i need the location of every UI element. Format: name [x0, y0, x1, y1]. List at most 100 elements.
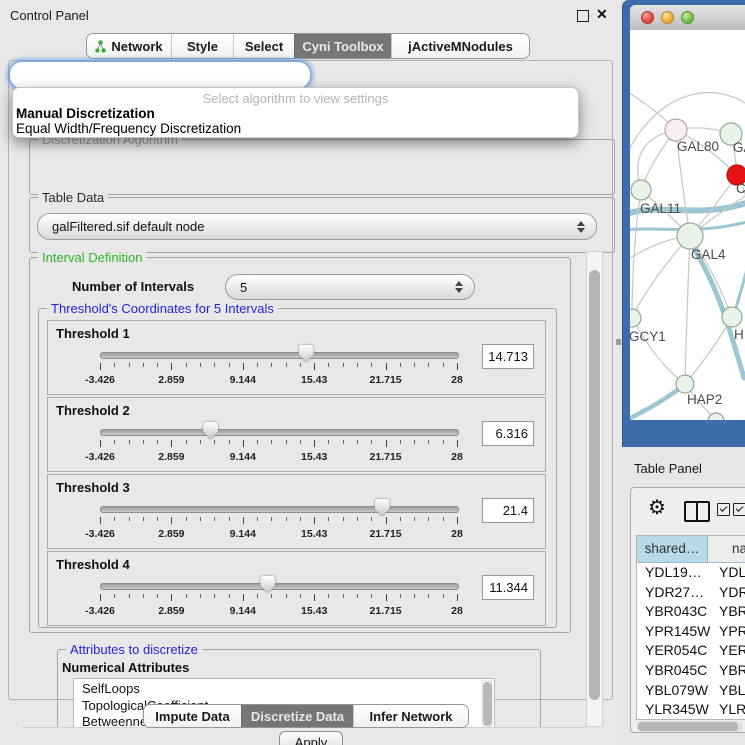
panel-splitter-grip[interactable]	[616, 339, 621, 345]
table-row[interactable]: YBL079WYBL0	[637, 681, 745, 701]
tab-label: Network	[111, 39, 162, 54]
slider-tick	[371, 517, 372, 521]
table-row[interactable]: YBR045CYBR0	[637, 661, 745, 681]
slider-track[interactable]	[100, 352, 459, 359]
number-of-intervals-select[interactable]: 5	[225, 274, 475, 300]
cell-shared-name: YLR345W	[637, 700, 708, 720]
slider-tick	[457, 594, 458, 601]
network-node[interactable]	[676, 375, 694, 393]
slider-tick	[457, 363, 458, 370]
slider-tick	[357, 363, 358, 367]
algorithm-option[interactable]: Manual Discretization	[13, 106, 578, 121]
table-row[interactable]: YDR27…YDR2	[637, 583, 745, 603]
tab-select[interactable]: Select	[233, 34, 294, 58]
slider-thumb[interactable]	[299, 345, 314, 362]
cell-shared-name: YDR27…	[637, 583, 708, 603]
slider-tick	[143, 363, 144, 367]
interval-definition-group: Interval Definition Number of Intervals …	[29, 257, 571, 633]
close-icon[interactable]: ✕	[596, 6, 608, 23]
tab-style[interactable]: Style	[171, 34, 233, 58]
slider-tick-label: -3.426	[85, 605, 115, 617]
attribute-item[interactable]: SelfLoops	[74, 681, 494, 698]
split-columns-icon[interactable]	[684, 501, 710, 522]
slider-tick	[143, 517, 144, 521]
table-row[interactable]: YPR145WYPR1	[637, 622, 745, 642]
slider-tick	[386, 517, 387, 524]
tab-label: Select	[245, 39, 283, 54]
slider-thumb[interactable]	[260, 576, 275, 593]
network-node-label: HAP2	[687, 392, 722, 407]
tab-jactivemnodules[interactable]: jActiveMNodules	[391, 34, 529, 58]
scrollbar-thumb[interactable]	[638, 722, 738, 731]
network-node[interactable]	[631, 180, 651, 200]
slider-tick	[314, 594, 315, 601]
slider-tick	[186, 363, 187, 367]
slider-tick	[314, 517, 315, 524]
tab-network[interactable]: Network	[87, 34, 171, 58]
slider-thumb[interactable]	[375, 499, 390, 516]
tab-impute-data[interactable]: Impute Data	[144, 705, 241, 727]
slider-tick	[328, 594, 329, 598]
checkbox-icon[interactable]	[717, 503, 730, 516]
cell-name: YER0	[708, 641, 745, 661]
threshold-value-field[interactable]: 6.316	[482, 421, 534, 446]
minimize-traffic-light-icon[interactable]	[661, 11, 674, 24]
network-node[interactable]	[630, 309, 641, 327]
slider-tick	[314, 440, 315, 447]
slider-track[interactable]	[100, 506, 459, 513]
slider-track[interactable]	[100, 429, 459, 436]
scrollbar-thumb[interactable]	[483, 682, 492, 726]
network-view[interactable]: GAL80GACGAL11GAL4GCY1HHAP2	[630, 30, 745, 420]
slider-tick	[371, 363, 372, 367]
network-node-label: GAL80	[677, 139, 719, 154]
apply-button[interactable]: Apply	[279, 731, 343, 745]
table-horizontal-scrollbar[interactable]	[637, 721, 743, 732]
network-node[interactable]	[722, 307, 742, 327]
network-node-label: GCY1	[630, 329, 666, 344]
algorithm-option[interactable]: Equal Width/Frequency Discretization	[13, 121, 578, 136]
slider-track[interactable]	[100, 583, 459, 590]
gear-icon[interactable]: ⚙	[648, 498, 666, 518]
slider-tick	[129, 517, 130, 521]
cell-name: YDR2	[708, 583, 745, 603]
table-row[interactable]: YLR345WYLR3	[637, 700, 745, 720]
network-node[interactable]	[665, 119, 687, 141]
slider-tick	[229, 517, 230, 521]
slider-tick-label: 21.715	[370, 451, 402, 463]
slider-tick	[343, 517, 344, 521]
table-row[interactable]: YBR043CYBR0	[637, 602, 745, 622]
slider-tick	[386, 440, 387, 447]
tab-discretize-data[interactable]: Discretize Data	[241, 705, 353, 727]
network-window-titlebar[interactable]	[630, 5, 745, 31]
float-window-icon[interactable]	[577, 10, 589, 22]
table-data-select[interactable]: galFiltered.sif default node	[37, 213, 597, 240]
checkbox-icon[interactable]	[733, 503, 745, 516]
slider-tick-label: 15.43	[301, 374, 327, 386]
slider-tick-label: 2.859	[158, 605, 184, 617]
slider-thumb[interactable]	[203, 422, 218, 439]
close-traffic-light-icon[interactable]	[641, 11, 654, 24]
spinner-arrows-icon	[455, 281, 463, 293]
scrollbar-thumb[interactable]	[589, 270, 600, 700]
settings-scrollbar[interactable]	[586, 251, 603, 727]
slider-tick	[171, 440, 172, 447]
column-header-shared-name[interactable]: shared…	[637, 536, 708, 562]
tab-label: jActiveMNodules	[408, 39, 513, 54]
table-row[interactable]: YER054CYER0	[637, 641, 745, 661]
slider-tick	[243, 517, 244, 524]
table-row[interactable]: YDL19…YDL1	[637, 563, 745, 583]
algorithm-select[interactable]	[9, 61, 311, 89]
zoom-traffic-light-icon[interactable]	[681, 11, 694, 24]
slider-tick	[428, 363, 429, 367]
threshold-value-field[interactable]: 11.344	[482, 575, 534, 600]
threshold-value-field[interactable]: 14.713	[482, 344, 534, 369]
tab-cyni-toolbox[interactable]: Cyni Toolbox	[294, 34, 391, 58]
attributes-list-scrollbar[interactable]	[481, 680, 493, 728]
slider-tick	[300, 440, 301, 444]
network-node[interactable]	[677, 223, 703, 249]
slider-tick	[243, 363, 244, 370]
threshold-value-field[interactable]: 21.4	[482, 498, 534, 523]
cell-name: YBL0	[708, 681, 745, 701]
tab-infer-network[interactable]: Infer Network	[353, 705, 468, 727]
column-header-name[interactable]: na	[708, 536, 745, 562]
